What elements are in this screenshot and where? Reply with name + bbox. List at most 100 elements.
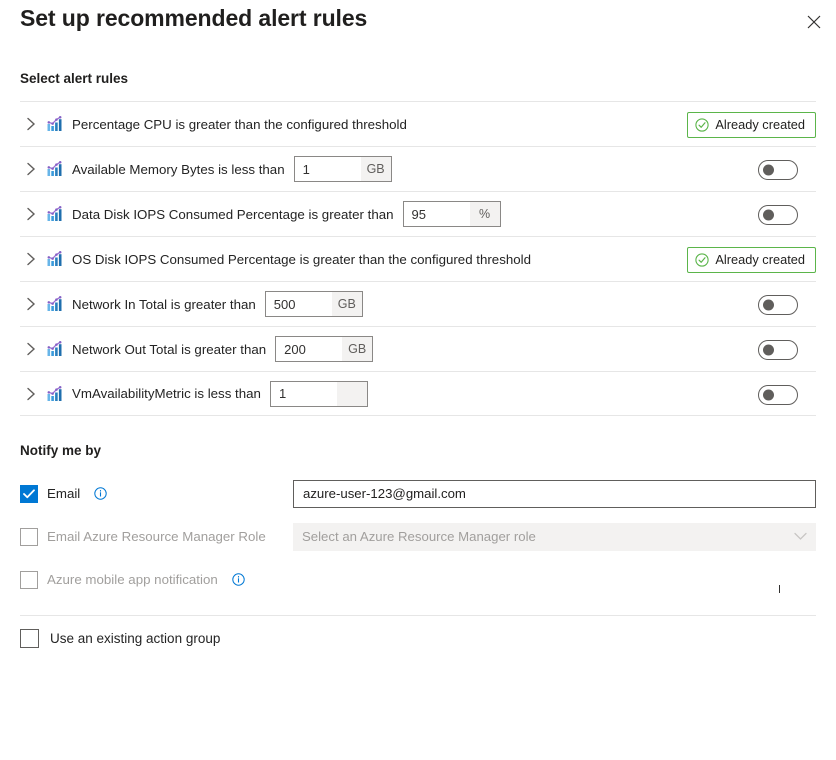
- metrics-chart-icon: [46, 250, 64, 268]
- notification-option-toggle[interactable]: Azure mobile app notification: [20, 571, 245, 589]
- notify-section-divider: [20, 415, 816, 416]
- chevron-right-glyph: [26, 207, 37, 221]
- metrics-chart-icon: [46, 295, 64, 313]
- threshold-field[interactable]: 500GB: [265, 291, 363, 317]
- expand-rule-chevron-icon[interactable]: [20, 387, 42, 401]
- threshold-value[interactable]: 500: [266, 292, 332, 316]
- expand-rule-chevron-icon[interactable]: [20, 252, 42, 266]
- status-badge-label: Already created: [715, 117, 805, 132]
- alert-rule-label: OS Disk IOPS Consumed Percentage is grea…: [72, 252, 531, 267]
- rule-enable-toggle[interactable]: [758, 385, 798, 405]
- notification-field-area: Select an Azure Resource Manager role: [293, 523, 816, 551]
- chevron-right-glyph: [26, 162, 37, 176]
- expand-rule-chevron-icon[interactable]: [20, 297, 42, 311]
- toggle-knob: [763, 164, 774, 175]
- expand-rule-chevron-icon[interactable]: [20, 162, 42, 176]
- rule-status-area: [758, 372, 816, 417]
- alert-rule-label: Network In Total is greater than: [72, 297, 256, 312]
- notification-label: Azure mobile app notification: [47, 572, 218, 587]
- notification-field-area: [293, 480, 816, 508]
- chevron-right-glyph: [26, 387, 37, 401]
- threshold-value[interactable]: 1: [271, 382, 337, 406]
- use-existing-action-group-checkbox[interactable]: [20, 629, 39, 648]
- alert-rule-row: Network Out Total is greater than200GB: [20, 326, 816, 371]
- threshold-unit: GB: [361, 157, 391, 181]
- status-badge: Already created: [687, 247, 816, 273]
- metrics-chart-icon: [46, 205, 64, 223]
- close-glyph: [807, 15, 821, 29]
- page-title: Set up recommended alert rules: [20, 5, 367, 32]
- rule-status-area: Already created: [687, 237, 816, 282]
- threshold-field[interactable]: 95%: [403, 201, 501, 227]
- rule-status-area: [758, 192, 816, 237]
- use-existing-action-group-label: Use an existing action group: [50, 631, 220, 646]
- notification-option-toggle[interactable]: Email Azure Resource Manager Role: [20, 528, 266, 546]
- threshold-unit: %: [470, 202, 500, 226]
- use-existing-action-group-option[interactable]: Use an existing action group: [20, 629, 220, 648]
- checkmark-glyph: [23, 489, 35, 499]
- alert-rules-list: Percentage CPU is greater than the confi…: [20, 101, 816, 416]
- metrics-chart-icon: [46, 385, 64, 403]
- check-circle-glyph: [695, 253, 709, 267]
- info-icon[interactable]: [94, 487, 107, 500]
- info-glyph: [94, 487, 107, 500]
- notification-option-row: Email: [20, 472, 816, 515]
- expand-rule-chevron-icon[interactable]: [20, 117, 42, 131]
- metrics-chart-icon: [46, 160, 64, 178]
- chevron-right-glyph: [26, 252, 37, 266]
- status-badge-label: Already created: [715, 252, 805, 267]
- notification-checkbox[interactable]: [20, 485, 38, 503]
- threshold-field[interactable]: 1GB: [294, 156, 392, 182]
- chevron-down-glyph: [794, 532, 807, 541]
- metrics-chart-icon: [46, 340, 64, 358]
- alert-rule-label: Percentage CPU is greater than the confi…: [72, 117, 407, 132]
- threshold-value[interactable]: 1: [295, 157, 361, 181]
- arm-role-placeholder: Select an Azure Resource Manager role: [302, 529, 536, 544]
- notification-checkbox[interactable]: [20, 571, 38, 589]
- rule-enable-toggle[interactable]: [758, 205, 798, 225]
- alert-rule-row: Network In Total is greater than 500GB: [20, 281, 816, 326]
- notification-label: Email: [47, 486, 80, 501]
- threshold-unit: [337, 382, 367, 406]
- expand-rule-chevron-icon[interactable]: [20, 342, 42, 356]
- chevron-right-glyph: [26, 117, 37, 131]
- status-badge: Already created: [687, 112, 816, 138]
- recommended-alert-rules-panel: Set up recommended alert rules Select al…: [0, 0, 836, 760]
- alert-rule-label: VmAvailabilityMetric is less than: [72, 386, 261, 401]
- notification-option-row: Azure mobile app notification: [20, 558, 816, 601]
- threshold-value[interactable]: 200: [276, 337, 342, 361]
- chevron-right-glyph: [26, 342, 37, 356]
- rule-status-area: Already created: [687, 102, 816, 147]
- close-icon[interactable]: [798, 6, 830, 38]
- notification-options-list: Email Email Azure Resource Manager Role Se…: [20, 472, 816, 601]
- notification-option-toggle[interactable]: Email: [20, 485, 107, 503]
- alert-rule-row: OS Disk IOPS Consumed Percentage is grea…: [20, 236, 816, 281]
- rule-enable-toggle[interactable]: [758, 160, 798, 180]
- notification-option-row: Email Azure Resource Manager Role Select …: [20, 515, 816, 558]
- action-group-divider: [20, 615, 816, 616]
- rule-enable-toggle[interactable]: [758, 340, 798, 360]
- toggle-knob: [763, 344, 774, 355]
- check-circle-glyph: [695, 118, 709, 132]
- alert-rule-row: Percentage CPU is greater than the confi…: [20, 101, 816, 146]
- threshold-field[interactable]: 1: [270, 381, 368, 407]
- chevron-down-icon: [794, 532, 807, 541]
- rule-enable-toggle[interactable]: [758, 295, 798, 315]
- notification-checkbox[interactable]: [20, 528, 38, 546]
- metrics-chart-icon: [46, 115, 64, 133]
- rule-status-area: [758, 147, 816, 192]
- chevron-right-glyph: [26, 297, 37, 311]
- info-icon[interactable]: [232, 573, 245, 586]
- email-input[interactable]: [293, 480, 816, 508]
- alert-rule-row: VmAvailabilityMetric is less than 1: [20, 371, 816, 416]
- notification-label: Email Azure Resource Manager Role: [47, 529, 266, 544]
- alert-rule-row: Available Memory Bytes is less than1GB: [20, 146, 816, 191]
- arm-role-select[interactable]: Select an Azure Resource Manager role: [293, 523, 816, 551]
- expand-rule-chevron-icon[interactable]: [20, 207, 42, 221]
- alert-rule-row: Data Disk IOPS Consumed Percentage is gr…: [20, 191, 816, 236]
- info-glyph: [232, 573, 245, 586]
- notify-me-by-heading: Notify me by: [20, 443, 101, 458]
- text-caret: [779, 585, 780, 593]
- threshold-value[interactable]: 95: [404, 202, 470, 226]
- threshold-field[interactable]: 200GB: [275, 336, 373, 362]
